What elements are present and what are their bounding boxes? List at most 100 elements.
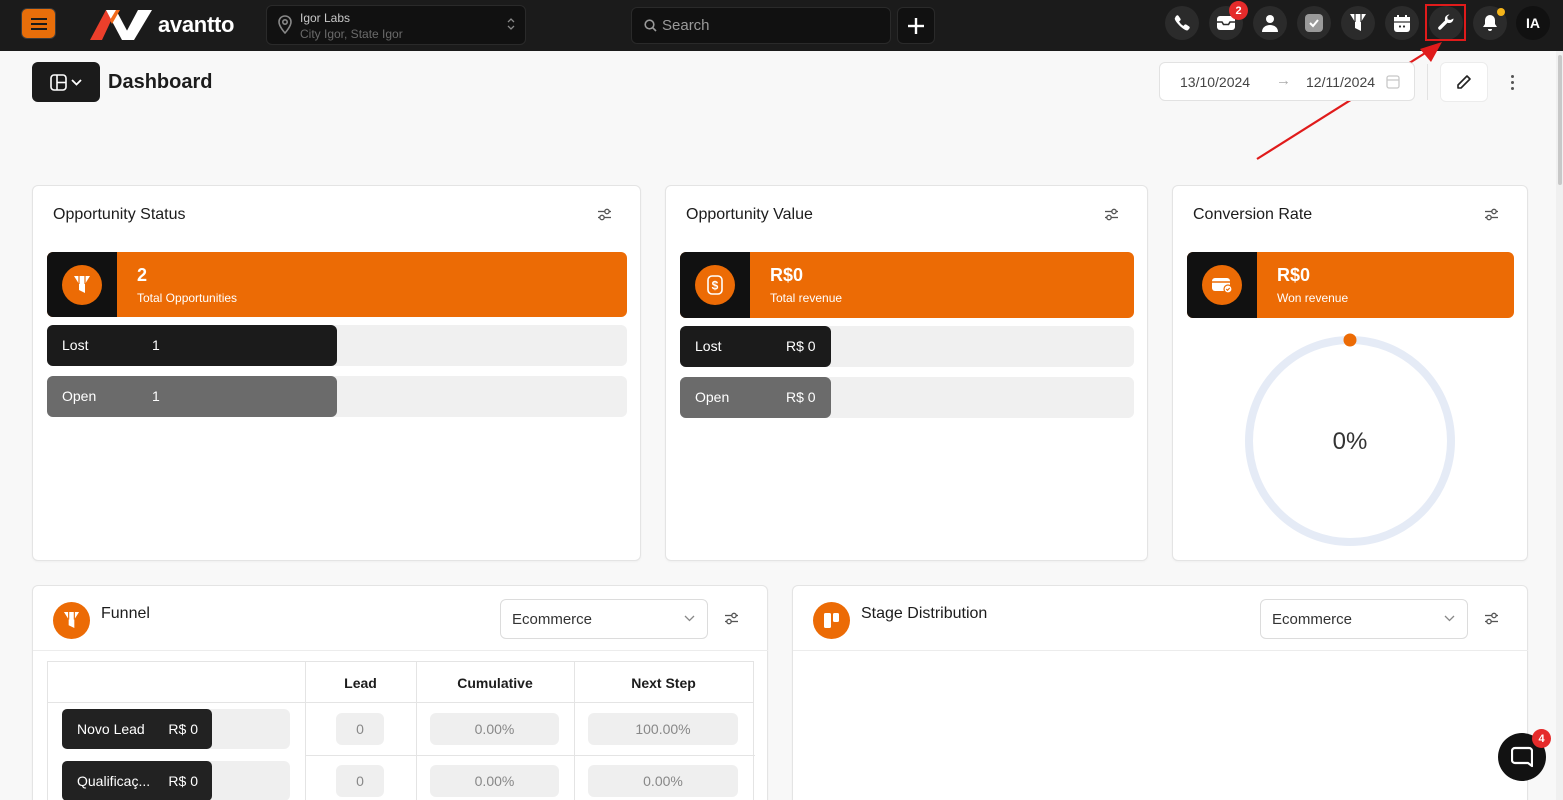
card-divider xyxy=(793,650,1528,651)
sliders-icon[interactable] xyxy=(1484,612,1499,625)
bar-label: Open xyxy=(62,388,97,404)
stat-value: R$0 xyxy=(1277,265,1311,285)
stat-icon-block xyxy=(47,252,117,317)
stage-pill: Novo Lead R$ 0 xyxy=(62,709,212,749)
sliders-icon[interactable] xyxy=(1104,208,1119,221)
stage-pill: Qualificaç... R$ 0 xyxy=(62,761,212,800)
stage-value: R$ 0 xyxy=(168,773,198,789)
total-opportunities-stat: 2 Total Opportunities xyxy=(47,252,627,317)
sliders-icon[interactable] xyxy=(724,612,739,625)
kebab-dot xyxy=(1510,86,1514,90)
more-options-button[interactable] xyxy=(1503,70,1521,94)
notification-dot xyxy=(1497,8,1505,16)
next-step-cell: 100.00% xyxy=(588,713,738,745)
next-step-cell: 0.00% xyxy=(588,765,738,797)
bell-icon xyxy=(1483,14,1497,31)
bar-fill xyxy=(47,325,337,366)
stat-value: 2 xyxy=(137,265,148,285)
tasks-icon xyxy=(1305,14,1323,32)
sliders-icon[interactable] xyxy=(597,208,612,221)
phone-button[interactable] xyxy=(1165,6,1199,40)
calendar-icon xyxy=(1394,14,1410,32)
lead-cell: 0 xyxy=(336,713,384,745)
card-divider xyxy=(33,650,768,651)
column-header-cumulative: Cumulative xyxy=(457,675,533,691)
status-bar-open: Open 1 xyxy=(47,376,627,417)
search-box xyxy=(631,7,891,44)
card-title: Opportunity Value xyxy=(686,206,813,223)
chevron-updown-icon xyxy=(507,16,515,32)
value-bar-lost: Lost R$ 0 xyxy=(680,326,1134,367)
menu-button[interactable] xyxy=(21,8,56,39)
brand-logo[interactable]: avantto xyxy=(90,8,234,41)
chat-badge: 4 xyxy=(1532,729,1551,748)
stage-name: Qualificaç... xyxy=(77,773,151,789)
gauge-percent: 0% xyxy=(1333,428,1368,455)
stat-label: Won revenue xyxy=(1277,291,1349,305)
funnel-button[interactable] xyxy=(1341,6,1375,40)
bar-value: R$ 0 xyxy=(786,338,816,354)
phone-icon xyxy=(1174,15,1190,31)
table-rule xyxy=(305,755,755,756)
sliders-icon[interactable] xyxy=(1484,208,1499,221)
kebab-dot xyxy=(1510,74,1514,78)
tasks-button[interactable] xyxy=(1297,6,1331,40)
date-end[interactable]: 12/11/2024 xyxy=(1306,74,1375,90)
user-icon xyxy=(1262,15,1278,32)
bar-value: 1 xyxy=(152,388,160,404)
card-title: Funnel xyxy=(101,605,150,622)
won-wallet-icon xyxy=(1202,265,1242,305)
arrow-right-icon: → xyxy=(1276,72,1291,89)
column-header-lead: Lead xyxy=(344,675,377,691)
bar-label: Open xyxy=(695,389,730,405)
location-name: Igor Labs xyxy=(300,11,351,25)
location-subtitle: City Igor, State Igor xyxy=(300,27,403,41)
stat-label: Total Opportunities xyxy=(137,291,238,305)
select-value: Ecommerce xyxy=(512,611,593,628)
gauge-marker xyxy=(1343,333,1357,347)
total-revenue-stat: $ R$0 Total revenue xyxy=(680,252,1134,318)
funnel-icon xyxy=(53,602,90,639)
add-button[interactable] xyxy=(897,7,935,44)
edit-dashboard-button[interactable] xyxy=(1440,62,1488,102)
pin-icon xyxy=(278,15,292,35)
layout-toggle-button[interactable] xyxy=(32,62,100,102)
table-row: Novo Lead R$ 0 xyxy=(62,709,290,749)
avatar[interactable]: IA xyxy=(1516,6,1550,40)
stage-value: R$ 0 xyxy=(168,721,198,737)
date-range-picker[interactable]: 13/10/2024 → 12/11/2024 xyxy=(1159,62,1415,101)
funnel-icon xyxy=(62,264,102,305)
date-start[interactable]: 13/10/2024 xyxy=(1180,74,1250,90)
card-title: Conversion Rate xyxy=(1193,206,1313,223)
cumulative-cell: 0.00% xyxy=(430,713,559,745)
dollar-icon: $ xyxy=(695,265,735,305)
search-input[interactable] xyxy=(662,8,882,43)
opportunity-value-card: Opportunity Value $ R$0 Total revenue Lo… xyxy=(665,185,1148,561)
stat-value: R$0 xyxy=(770,265,804,285)
calendar-icon xyxy=(1386,75,1400,89)
card-title: Opportunity Status xyxy=(53,206,186,223)
stat-label: Total revenue xyxy=(770,291,843,305)
plus-icon xyxy=(908,17,924,34)
conversion-gauge: 0% xyxy=(1245,333,1455,546)
inbox-badge: 2 xyxy=(1229,1,1248,20)
scrollbar-thumb[interactable] xyxy=(1558,55,1562,185)
chevron-down-icon xyxy=(684,615,695,622)
status-bar-lost: Lost 1 xyxy=(47,325,627,366)
layout-icon xyxy=(50,73,67,91)
contacts-button[interactable] xyxy=(1253,6,1287,40)
header-divider xyxy=(1427,64,1428,100)
search-icon xyxy=(644,19,657,32)
table-row: Qualificaç... R$ 0 xyxy=(62,761,290,800)
location-selector[interactable]: Igor Labs City Igor, State Igor xyxy=(266,5,526,45)
bar-value: R$ 0 xyxy=(786,389,816,405)
stage-name: Novo Lead xyxy=(77,721,145,737)
bar-label: Lost xyxy=(62,337,89,353)
pipeline-select[interactable]: Ecommerce xyxy=(500,599,708,639)
pipeline-select[interactable]: Ecommerce xyxy=(1260,599,1468,639)
calendar-button[interactable] xyxy=(1385,6,1419,40)
pencil-icon xyxy=(1457,75,1471,89)
bar-value: 1 xyxy=(152,337,160,353)
page-title: Dashboard xyxy=(108,71,213,93)
select-value: Ecommerce xyxy=(1272,611,1353,628)
